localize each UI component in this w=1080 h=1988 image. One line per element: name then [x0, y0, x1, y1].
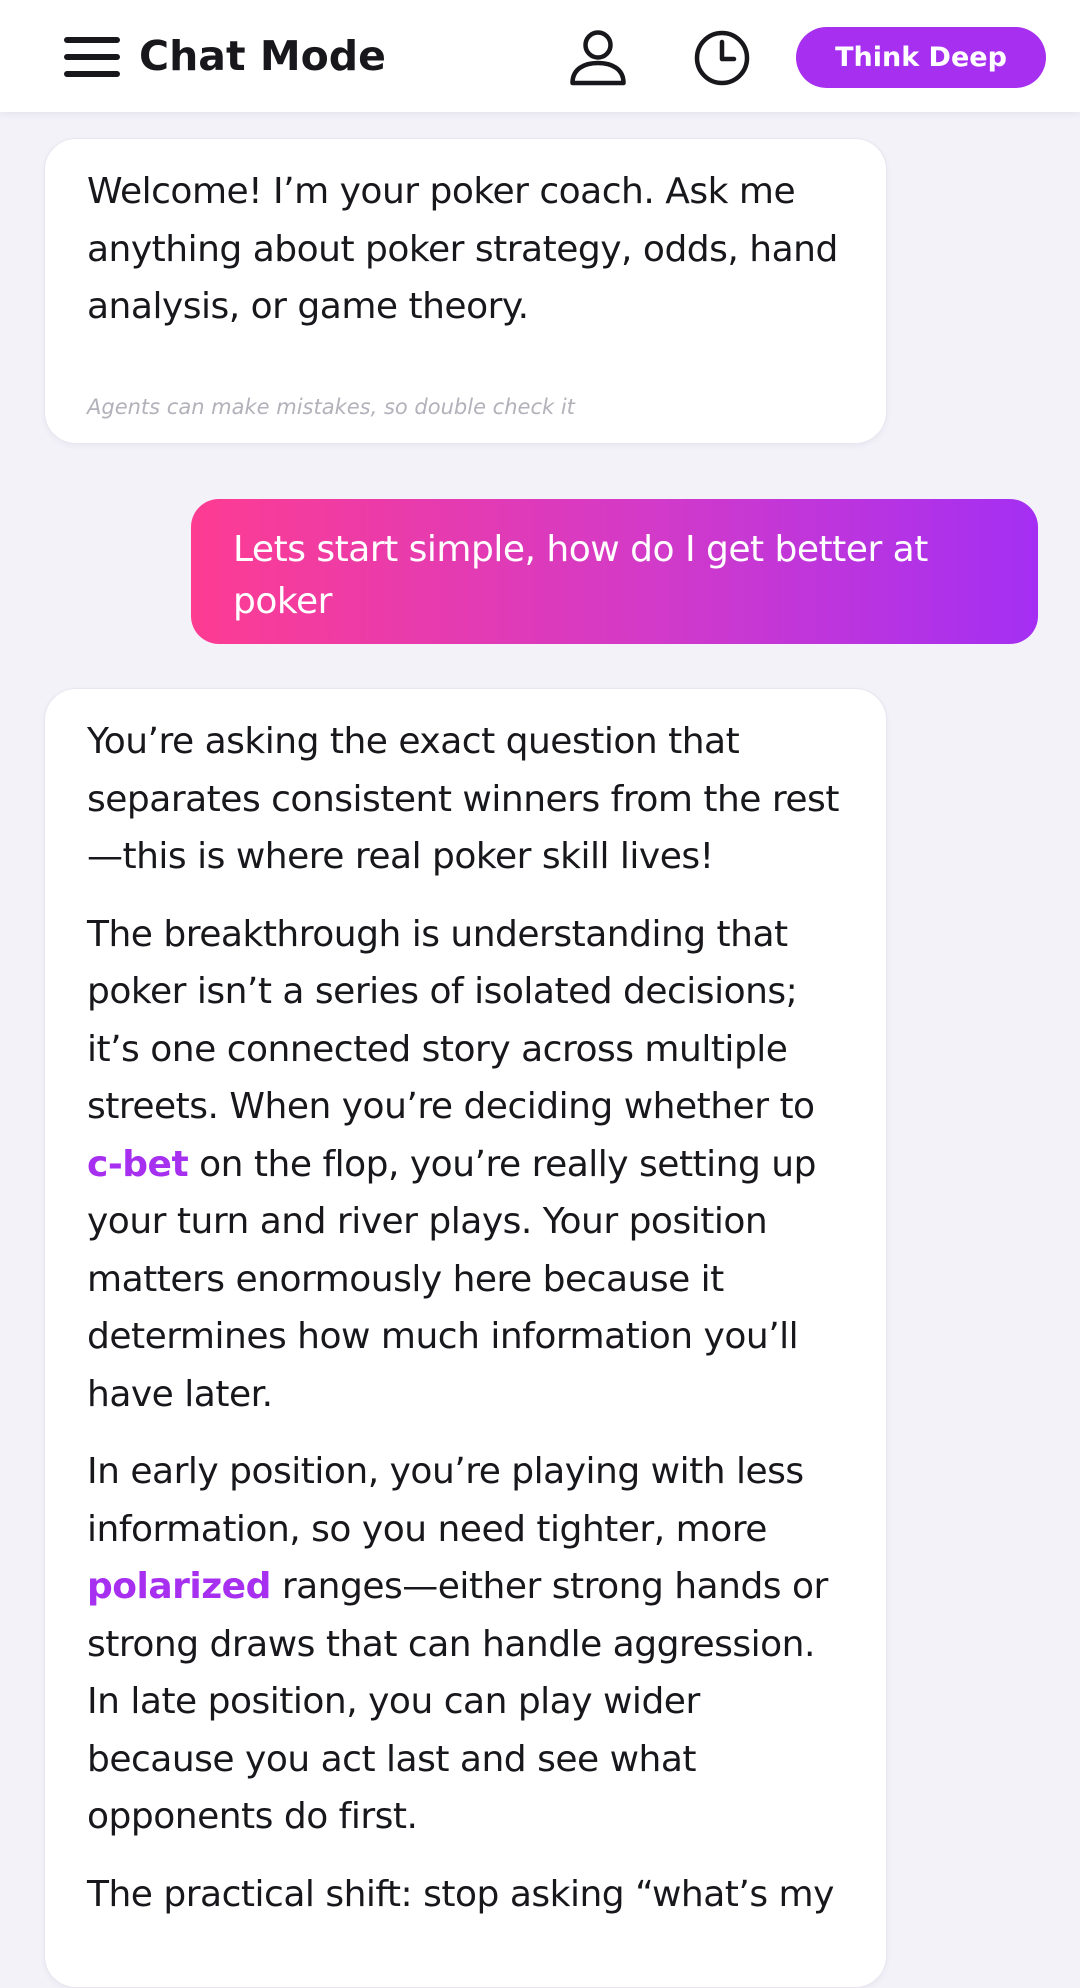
message-paragraph: In early position, you’re playing with l… [87, 1443, 846, 1846]
top-bar: Chat Mode Think Deep [0, 0, 1080, 112]
message-paragraph: The practical shift: stop asking “what’s… [87, 1873, 834, 1915]
term-link-c-bet[interactable]: c-bet [87, 1144, 189, 1185]
disclaimer-text: Agents can make mistakes, so double chec… [87, 395, 575, 419]
user-icon[interactable] [569, 28, 627, 88]
term-link-polarized[interactable]: polarized [87, 1566, 271, 1607]
paragraph-text: on the flop, you’re really setting up yo… [87, 1143, 816, 1415]
menu-icon[interactable] [64, 37, 120, 77]
message-paragraph: You’re asking the exact question that se… [87, 721, 839, 877]
message-text: Welcome! I’m your poker coach. Ask me an… [87, 171, 838, 327]
think-deep-button[interactable]: Think Deep [796, 27, 1046, 88]
user-message: Lets start simple, how do I get better a… [191, 499, 1038, 644]
assistant-message: Welcome! I’m your poker coach. Ask me an… [44, 138, 887, 444]
history-icon[interactable] [693, 29, 751, 87]
page-title: Chat Mode [139, 32, 386, 80]
paragraph-text: The breakthrough is understanding that p… [87, 913, 815, 1128]
assistant-message: You’re asking the exact question that se… [44, 688, 887, 1988]
message-paragraph: The breakthrough is understanding that p… [87, 906, 846, 1424]
paragraph-text: In early position, you’re playing with l… [87, 1451, 804, 1550]
message-text: You’re asking the exact question that se… [87, 713, 846, 1923]
message-text: Lets start simple, how do I get better a… [233, 529, 928, 622]
